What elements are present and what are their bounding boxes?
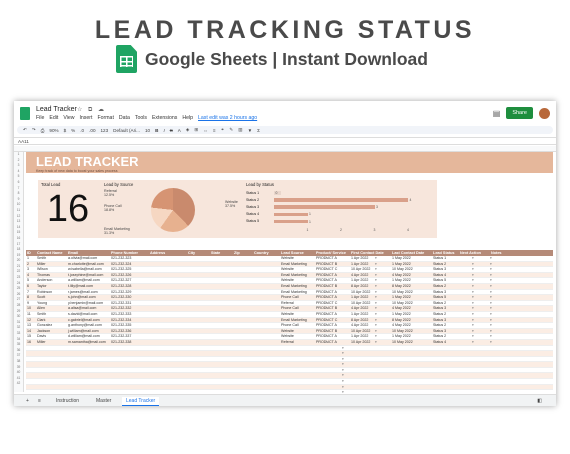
lead-source-pie-chart[interactable] [151,188,195,232]
menu-edit[interactable]: Edit [49,115,58,121]
number-format-button[interactable]: 123 [101,128,109,133]
last-edit-link[interactable]: Last edit was 2 hours ago [198,115,257,121]
menu-file[interactable]: File [36,115,44,121]
zoom-select[interactable]: 90% [49,128,58,133]
explore-icon[interactable]: ◧ [533,397,546,405]
lead-table: 1 Smith a.olivia@mail.com 021-232-323 Websit… [26,256,553,396]
menu-view[interactable]: View [63,115,74,121]
link-icon[interactable]: ⚭ [221,127,225,133]
functions-icon[interactable]: Σ [257,128,260,133]
undo-icon[interactable]: ↶ [23,127,27,133]
lead-by-source-label: Lead by Source [104,182,134,187]
row-number[interactable]: 42 [14,381,23,387]
x-tick-label: 2 [340,228,342,232]
pie-label-phone-call: Phone Call 18.8% [104,204,122,213]
menu-help[interactable]: Help [182,115,193,121]
avatar[interactable] [539,107,550,119]
banner-subtitle-text: Google Sheets | Instant Download [145,48,428,69]
dashboard-title: LEAD TRACKER [36,154,139,169]
percent-button[interactable]: % [71,128,75,133]
pie-label-referral-value: 12.5% [104,193,115,198]
pie-label-email-marketing: Email Marketing 31.3% [104,227,130,236]
x-tick-label: 1 [306,228,309,232]
toolbar: ↶ ↷ ⎙ 90% $ % .0 .00 123 Default (Ari...… [17,126,553,134]
lead-status-bar-chart[interactable]: Status 1 0 Status 2 4 Status 3 3 Status 4 1 Stat… [246,191,436,239]
redo-icon[interactable]: ↷ [32,127,36,133]
add-sheet-icon[interactable]: + [22,397,33,405]
menu-insert[interactable]: Insert [79,115,92,121]
pie-label-email-marketing-value: 31.3% [104,231,115,236]
decrease-decimal-button[interactable]: .0 [80,128,84,133]
bar-mark[interactable] [274,212,308,217]
bar-value-label: 0 [275,190,278,195]
borders-icon[interactable]: ⊞ [194,127,198,133]
top-right-controls: ▤ Share [493,107,550,119]
menu-extensions[interactable]: Extensions [152,115,177,121]
cell-reference[interactable]: AA11 [18,139,29,144]
share-button[interactable]: Share [506,107,533,119]
x-tick-label: 3 [373,228,376,232]
menu-tools[interactable]: Tools [135,115,147,121]
bar-value-label: 1 [309,219,311,224]
bar-value-label: 3 [376,205,378,210]
pie-label-referral: Referral 12.5% [104,189,117,198]
text-color-icon[interactable]: A [178,128,181,133]
strikethrough-icon[interactable]: S [170,128,173,133]
bar-category-label: Status 2 [246,197,260,202]
comment-add-icon[interactable]: ✎ [229,127,233,133]
bar-mark[interactable] [274,219,308,224]
sheet-tabs-bar: + ≡ Instruction Master Lead Tracker ◧ [14,394,556,406]
bold-icon[interactable]: B [155,128,158,133]
font-select[interactable]: Default (Ari... [113,128,140,133]
chart-icon[interactable]: ▥ [238,127,242,133]
bar-category-label: Status 4 [246,212,260,217]
tab-instruction[interactable]: Instruction [52,397,83,405]
increase-decimal-button[interactable]: .00 [89,128,95,133]
print-icon[interactable]: ⎙ [41,128,45,133]
bar-value-label: 4 [409,197,412,202]
formula-bar[interactable]: AA11 [14,137,556,145]
spreadsheet-window: Lead Tracker ☆ ⧉ ☁ File Edit View Insert… [14,101,556,406]
total-lead-label: Total Lead [41,182,61,187]
menu-bar: File Edit View Insert Format Data Tools … [36,115,257,121]
currency-button[interactable]: $ [64,128,67,133]
banner-title: LEAD TRACKING STATUS [94,16,476,44]
comments-icon[interactable]: ▤ [493,109,501,118]
merge-icon[interactable]: ⇔ [203,128,208,133]
font-size-select[interactable]: 10 [145,128,150,133]
bar-category-label: Status 1 [246,190,260,195]
dashboard-subtitle: Keep track of new data to boost your sal… [36,169,118,173]
banner-subtitle: Google Sheets | Instant Download [116,44,428,74]
fill-color-icon[interactable]: ◈ [186,127,190,133]
document-title[interactable]: Lead Tracker [36,106,77,113]
total-lead-value: 16 [46,188,90,230]
align-icon[interactable]: ≡ [213,128,216,133]
menu-format[interactable]: Format [97,115,113,121]
bar-mark[interactable] [274,198,408,202]
tab-lead-tracker[interactable]: Lead Tracker [122,397,160,406]
pie-label-website-value: 37.5% [225,204,236,209]
lead-by-status-label: Lead by Status [246,182,274,187]
filter-icon[interactable]: ▼ [248,128,253,133]
bar-category-label: Status 5 [246,219,260,224]
tab-master[interactable]: Master [92,397,115,405]
italic-icon[interactable]: I [163,128,164,133]
google-sheets-logo-icon [116,45,137,73]
all-sheets-icon[interactable]: ≡ [34,397,45,405]
title-icons[interactable]: ☆ ⧉ ☁ [77,106,106,114]
bar-mark[interactable] [274,205,375,209]
x-tick-label: 4 [407,228,409,232]
sheets-doc-icon[interactable] [20,107,30,120]
menu-data[interactable]: Data [119,115,130,121]
bar-category-label: Status 3 [246,204,260,209]
pie-label-website: Website 37.5% [225,200,238,209]
row-headers[interactable]: 1 2 3 4 5 6 7 8 9 10 11 12 13 14 15 16 17 18 19 20 21 22 23 24 2… [14,152,24,392]
bar-value-label: 1 [309,212,311,217]
pie-label-phone-call-value: 18.8% [104,208,115,213]
